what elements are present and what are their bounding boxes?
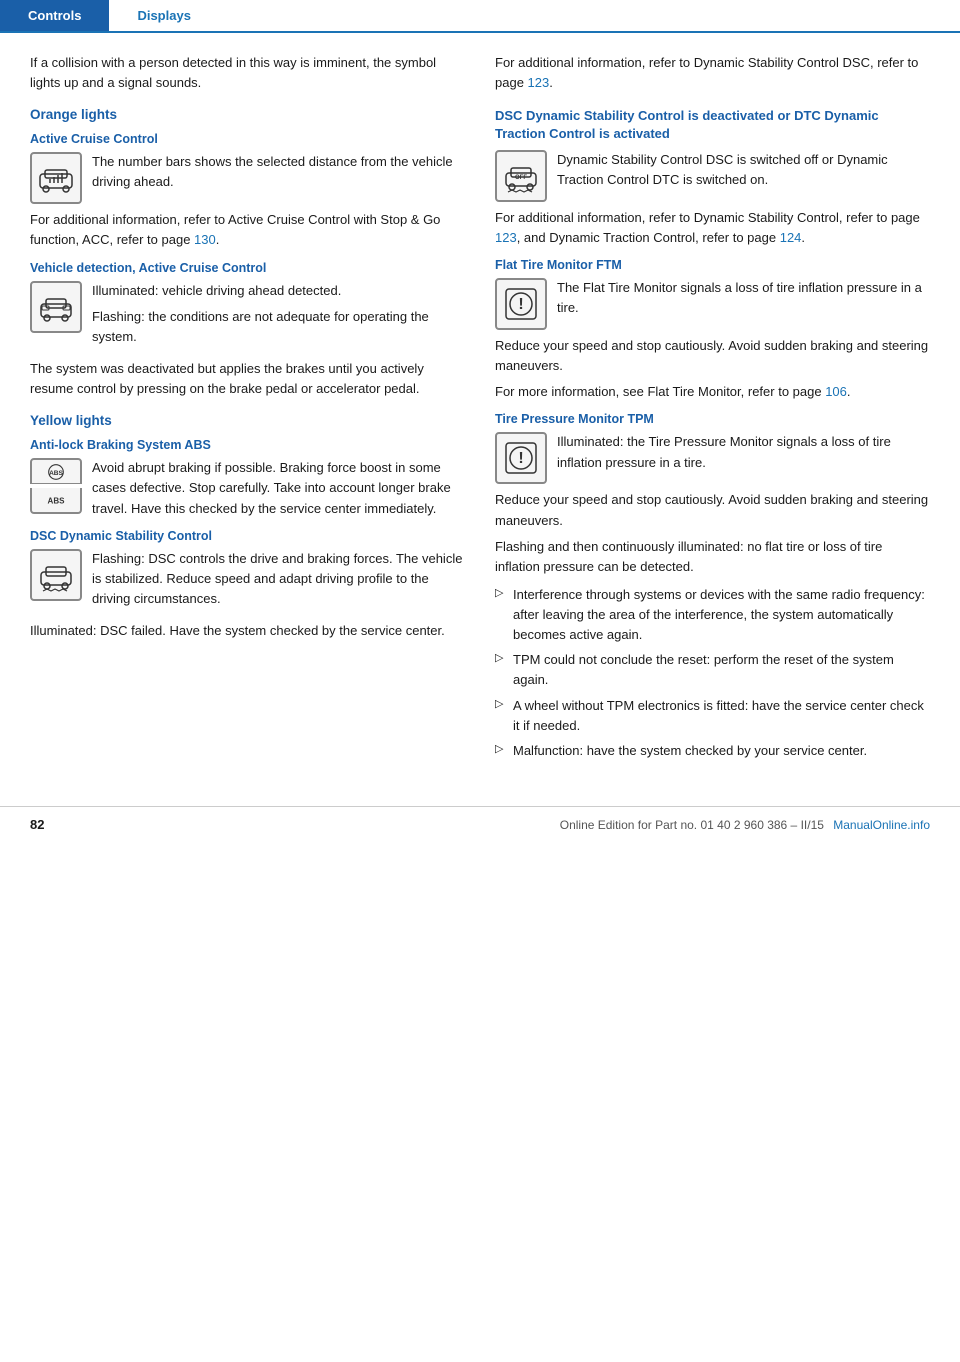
intro-text: If a collision with a person detected in… [30, 53, 465, 93]
vehicle-detection-flashing: Flashing: the conditions are not adequat… [92, 307, 465, 347]
abs-icon-stack: ABS ABS [30, 458, 82, 514]
flat-tire-exclamation-icon: ! [502, 285, 540, 323]
dsc-flashing: Flashing: DSC controls the drive and bra… [92, 549, 465, 615]
acc-description: The number bars shows the selected dista… [92, 152, 465, 192]
dsc-stab-page-link[interactable]: 123 [495, 230, 517, 245]
tpm-body2: Flashing and then continuously illuminat… [495, 537, 930, 577]
vehicle-detect-car-icon [37, 288, 75, 326]
tpm-description: Illuminated: the Tire Pressure Monitor s… [557, 432, 930, 472]
tpm-bullet-3: A wheel without TPM electronics is fitte… [495, 696, 930, 736]
dsc-page-link[interactable]: 123 [528, 75, 550, 90]
tpm-icon: ! [495, 432, 547, 484]
flat-tire-icon: ! [495, 278, 547, 330]
acc-icon [30, 152, 82, 204]
svg-text:ABS: ABS [48, 497, 66, 506]
tpm-bullet-list: Interference through systems or devices … [495, 585, 930, 761]
dsc-subtitle: DSC Dynamic Stability Control [30, 529, 465, 543]
vehicle-detection-illuminated: Illuminated: vehicle driving ahead detec… [92, 281, 465, 301]
additional-info-dsc: For additional information, refer to Dyn… [495, 53, 930, 93]
main-content: If a collision with a person detected in… [0, 33, 960, 786]
vehicle-detection-icon [30, 281, 82, 333]
dsc-deactivated-icon: OFF [495, 150, 547, 202]
abs-description: Avoid abrupt braking if possible. Brakin… [92, 458, 465, 518]
flat-tire-more-info: For more information, see Flat Tire Moni… [495, 382, 930, 402]
tpm-title: Tire Pressure Monitor TPM [495, 412, 930, 426]
tpm-bullet-4: Malfunction: have the system checked by … [495, 741, 930, 761]
dsc-icon-row: Flashing: DSC controls the drive and bra… [30, 549, 465, 615]
dsc-deactivated-description: Dynamic Stability Control DSC is switche… [557, 150, 930, 190]
acc-icon-row: The number bars shows the selected dista… [30, 152, 465, 204]
tpm-exclamation-icon: ! [502, 439, 540, 477]
flat-tire-description: The Flat Tire Monitor signals a loss of … [557, 278, 930, 318]
dsc-illuminated: Illuminated: DSC failed. Have the system… [30, 621, 465, 641]
abs-icon-bottom: ABS [30, 488, 82, 514]
flat-tire-icon-row: ! The Flat Tire Monitor signals a loss o… [495, 278, 930, 330]
flat-tire-body: Reduce your speed and stop cautiously. A… [495, 336, 930, 376]
yellow-lights-title: Yellow lights [30, 413, 465, 428]
dsc-deactivated-additional-info: For additional information, refer to Dyn… [495, 208, 930, 248]
right-column: For additional information, refer to Dyn… [495, 53, 930, 766]
vehicle-detection-body: The system was deactivated but applies t… [30, 359, 465, 399]
dtc-page-link[interactable]: 124 [780, 230, 802, 245]
left-column: If a collision with a person detected in… [30, 53, 465, 766]
flat-tire-title: Flat Tire Monitor FTM [495, 258, 930, 272]
svg-text:!: ! [518, 450, 523, 467]
svg-text:OFF: OFF [515, 175, 527, 181]
tpm-icon-row: ! Illuminated: the Tire Pressure Monitor… [495, 432, 930, 484]
dsc-icon [30, 549, 82, 601]
tpm-bullet-1: Interference through systems or devices … [495, 585, 930, 645]
page-number: 82 [30, 817, 44, 832]
tab-controls[interactable]: Controls [0, 0, 109, 31]
orange-lights-title: Orange lights [30, 107, 465, 122]
header: Controls Displays [0, 0, 960, 33]
vehicle-detection-text: Illuminated: vehicle driving ahead detec… [92, 281, 465, 353]
dsc-deactivated-title: DSC Dynamic Stability Control is deactiv… [495, 107, 930, 143]
acc-additional-info: For additional information, refer to Act… [30, 210, 465, 250]
abs-icon-row: ABS ABS Avoid abrupt braking if possible… [30, 458, 465, 518]
acc-car-icon [37, 159, 75, 197]
tpm-body1: Reduce your speed and stop cautiously. A… [495, 490, 930, 530]
dsc-off-icon: OFF [502, 157, 540, 195]
dsc-car-icon [37, 556, 75, 594]
acc-subtitle: Active Cruise Control [30, 132, 465, 146]
footer: 82 Online Edition for Part no. 01 40 2 9… [0, 806, 960, 842]
vehicle-detection-icon-row: Illuminated: vehicle driving ahead detec… [30, 281, 465, 353]
vehicle-detection-subtitle: Vehicle detection, Active Cruise Control [30, 261, 465, 275]
footer-copyright: Online Edition for Part no. 01 40 2 960 … [560, 818, 930, 832]
abs-subtitle: Anti-lock Braking System ABS [30, 438, 465, 452]
tpm-bullet-2: TPM could not conclude the reset: perfor… [495, 650, 930, 690]
tab-displays[interactable]: Displays [109, 0, 218, 31]
svg-text:!: ! [518, 296, 523, 313]
abs-text-icon: ABS [37, 481, 75, 519]
dsc-deactivated-icon-row: OFF Dynamic Stability Control DSC is swi… [495, 150, 930, 202]
flat-tire-page-link[interactable]: 106 [825, 384, 847, 399]
svg-text:ABS: ABS [49, 470, 63, 477]
acc-page-link[interactable]: 130 [194, 232, 216, 247]
